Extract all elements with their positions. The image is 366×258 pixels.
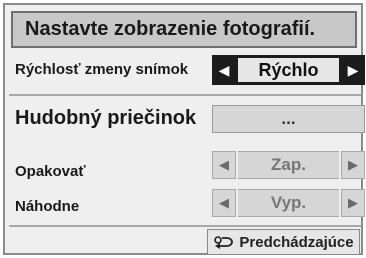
random-label: Náhodne bbox=[15, 198, 80, 215]
random-left-arrow[interactable]: ◀ bbox=[212, 189, 236, 217]
slide-speed-value: Rýchlo bbox=[238, 58, 339, 82]
dialog-title: Nastavte zobrazenie fotografií. bbox=[25, 18, 316, 40]
random-right-arrow[interactable]: ▶ bbox=[341, 189, 365, 217]
music-folder-label: Hudobný priečinok bbox=[15, 107, 197, 129]
random-value: Vyp. bbox=[238, 189, 339, 217]
music-folder-button[interactable]: ... bbox=[212, 105, 365, 133]
section-divider bbox=[9, 94, 361, 96]
repeat-right-arrow[interactable]: ▶ bbox=[341, 151, 365, 179]
music-folder-value: ... bbox=[281, 109, 296, 128]
slide-speed-left-arrow[interactable]: ◀ bbox=[212, 55, 236, 85]
return-icon bbox=[213, 235, 235, 249]
previous-button[interactable]: Predchádzajúce bbox=[207, 229, 360, 255]
repeat-value: Zap. bbox=[238, 151, 339, 179]
footer-divider bbox=[9, 225, 361, 227]
repeat-label: Opakovať bbox=[15, 163, 86, 180]
repeat-left-arrow[interactable]: ◀ bbox=[212, 151, 236, 179]
photo-settings-dialog: Nastavte zobrazenie fotografií. Rýchlosť… bbox=[3, 3, 365, 255]
dialog-title-bar: Nastavte zobrazenie fotografií. bbox=[11, 11, 357, 48]
slide-speed-label: Rýchlosť zmeny snímok bbox=[15, 61, 189, 78]
repeat-selector[interactable]: ◀ Zap. ▶ bbox=[212, 151, 365, 179]
slide-speed-right-arrow[interactable]: ▶ bbox=[341, 55, 365, 85]
previous-button-label: Predchádzajúce bbox=[239, 233, 354, 251]
random-selector[interactable]: ◀ Vyp. ▶ bbox=[212, 189, 365, 217]
slide-speed-selector[interactable]: ◀ Rýchlo ▶ bbox=[212, 55, 365, 85]
